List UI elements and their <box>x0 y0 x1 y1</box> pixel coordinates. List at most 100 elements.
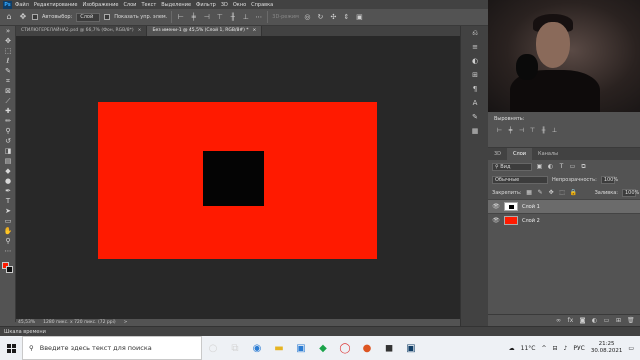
photoshop-logo[interactable]: Ps <box>3 0 12 9</box>
notifications-icon[interactable]: ▭ <box>628 345 634 352</box>
align-bottom-edges-icon[interactable]: ⊥ <box>551 127 558 134</box>
filter-smart-icon[interactable]: ⧉ <box>580 163 587 170</box>
lock-pixels-icon[interactable]: ▦ <box>526 189 533 196</box>
blur-tool-icon[interactable]: ◆ <box>0 166 16 176</box>
tab-3d[interactable]: 3D <box>488 148 507 160</box>
3d-orbit-icon[interactable]: ◎ <box>303 13 312 21</box>
layer-row-2[interactable]: 👁 Слой 2 <box>488 213 640 227</box>
history-brush-icon[interactable]: ↺ <box>0 136 16 146</box>
3d-roll-icon[interactable]: ↻ <box>316 13 325 21</box>
media-icon[interactable]: ● <box>356 336 378 360</box>
more-tools-icon[interactable]: ⋯ <box>0 246 16 256</box>
layer-kind-filter[interactable]: ⚲ Вид <box>492 162 532 171</box>
clock[interactable]: 21:25 30.08.2021 <box>591 341 623 355</box>
quick-select-tool-icon[interactable]: ✎ <box>0 66 16 76</box>
filter-pixel-icon[interactable]: ▣ <box>536 163 543 170</box>
zoom-tool-icon[interactable]: ⚲ <box>0 236 16 246</box>
align-right-icon[interactable]: ⊣ <box>202 13 211 21</box>
tab-document-2[interactable]: Без имени-1 @ 45,5% (Слой 1, RGB/8#) * × <box>147 26 263 36</box>
align-right-edges-icon[interactable]: ⊣ <box>518 127 525 134</box>
crop-tool-icon[interactable]: ⌗ <box>0 76 16 86</box>
eraser-tool-icon[interactable]: ◨ <box>0 146 16 156</box>
photoshop-taskbar-icon[interactable]: ▣ <box>400 336 422 360</box>
canvas-workspace[interactable] <box>16 36 460 319</box>
align-top-edges-icon[interactable]: ⊤ <box>529 127 536 134</box>
layer-style-icon[interactable]: fx <box>567 317 574 324</box>
gradient-tool-icon[interactable]: ▤ <box>0 156 16 166</box>
cortana-icon[interactable]: ○ <box>202 336 224 360</box>
menu-window[interactable]: Окно <box>233 2 246 8</box>
black-square-layer[interactable] <box>203 151 264 206</box>
link-layers-icon[interactable]: ∞ <box>555 317 562 324</box>
add-mask-icon[interactable]: ◙ <box>579 317 586 324</box>
tray-expand-icon[interactable]: ^ <box>541 345 546 352</box>
dodge-tool-icon[interactable]: ● <box>0 176 16 186</box>
move-tool-icon[interactable]: ✥ <box>18 12 28 22</box>
tab-document-1[interactable]: СТИЛЮГЕРЕЛАЙНА2.psd @ 66,7% (Фон, RGB/8*… <box>16 26 148 36</box>
lock-all-icon[interactable]: 🔒 <box>570 189 577 196</box>
marquee-tool-icon[interactable]: ⬚ <box>0 46 16 56</box>
lasso-tool-icon[interactable]: ℓ <box>0 56 16 66</box>
menu-select[interactable]: Выделение <box>161 2 191 8</box>
menu-type[interactable]: Текст <box>141 2 156 8</box>
filter-adjust-icon[interactable]: ◐ <box>547 163 554 170</box>
adjustments-icon[interactable]: ◐ <box>461 54 489 68</box>
hand-tool-icon[interactable]: ✋ <box>0 226 16 236</box>
menu-filter[interactable]: Фильтр <box>196 2 216 8</box>
store-icon[interactable]: ▣ <box>290 336 312 360</box>
status-arrow-icon[interactable]: > <box>124 320 128 325</box>
new-layer-icon[interactable]: ⊞ <box>615 317 622 324</box>
3d-slide-icon[interactable]: ⇕ <box>342 13 351 21</box>
timeline-panel-tab[interactable]: Шкала времени <box>0 326 640 336</box>
move-tool-icon[interactable]: ✥ <box>0 36 16 46</box>
align-v-centers-icon[interactable]: ╫ <box>540 127 547 134</box>
menu-image[interactable]: Изображение <box>82 2 118 8</box>
edge-icon[interactable]: ◉ <box>246 336 268 360</box>
file-explorer-icon[interactable]: ▬ <box>268 336 290 360</box>
opera-icon[interactable]: ◯ <box>334 336 356 360</box>
pen-tool-icon[interactable]: ✒ <box>0 186 16 196</box>
character-icon[interactable]: A <box>461 96 489 110</box>
align-bottom-icon[interactable]: ⊥ <box>241 13 250 21</box>
align-center-icon[interactable]: ╪ <box>189 13 198 21</box>
background-color-swatch[interactable] <box>6 266 13 273</box>
opacity-field[interactable]: 100% <box>600 175 618 184</box>
tab-layers[interactable]: Слои <box>507 148 533 160</box>
network-icon[interactable]: ⊟ <box>552 345 557 352</box>
tab-channels[interactable]: Каналы <box>532 148 564 160</box>
3d-pan-icon[interactable]: ✣ <box>329 13 338 21</box>
menu-file[interactable]: Файл <box>15 2 29 8</box>
task-view-icon[interactable]: ⧉ <box>224 336 246 360</box>
weather-temp[interactable]: 11°C <box>521 345 536 352</box>
home-icon[interactable]: ⌂ <box>4 12 14 22</box>
weather-icon[interactable]: ☁ <box>509 345 515 352</box>
menu-edit[interactable]: Редактирование <box>34 2 78 8</box>
history-icon[interactable]: ⎌ <box>461 26 489 40</box>
align-panel-icon[interactable]: ⊞ <box>461 68 489 82</box>
adjustment-layer-icon[interactable]: ◐ <box>591 317 598 324</box>
eye-icon[interactable]: 👁 <box>492 203 500 210</box>
type-tool-icon[interactable]: T <box>0 196 16 206</box>
brush-settings-icon[interactable]: ✎ <box>461 110 489 124</box>
lock-position-icon[interactable]: ✥ <box>548 189 555 196</box>
filter-type-icon[interactable]: T <box>558 163 565 170</box>
close-icon[interactable]: × <box>253 28 257 33</box>
collapse-toolbar-icon[interactable]: » <box>0 26 16 36</box>
volume-icon[interactable]: ♪ <box>564 345 568 352</box>
autoselect-dropdown[interactable]: Слой <box>76 12 101 22</box>
show-controls-checkbox[interactable] <box>104 14 111 20</box>
swatches-icon[interactable]: ▦ <box>461 124 489 138</box>
align-h-centers-icon[interactable]: ╪ <box>507 127 514 134</box>
eyedropper-tool-icon[interactable]: ⟋ <box>0 96 16 106</box>
rectangle-tool-icon[interactable]: ▭ <box>0 216 16 226</box>
taskbar-search[interactable]: ⚲ Введите здесь текст для поиска <box>22 336 202 360</box>
paragraph-icon[interactable]: ¶ <box>461 82 489 96</box>
autoselect-checkbox[interactable] <box>32 14 38 20</box>
frame-tool-icon[interactable]: ⊠ <box>0 86 16 96</box>
3d-camera-icon[interactable]: ▣ <box>355 13 364 21</box>
blend-mode-dropdown[interactable]: Обычные <box>492 175 548 184</box>
menu-3d[interactable]: 3D <box>221 2 228 8</box>
zoom-level[interactable]: 45,53% <box>18 320 35 325</box>
app-icon[interactable]: ◆ <box>312 336 334 360</box>
new-group-icon[interactable]: ▭ <box>603 317 610 324</box>
